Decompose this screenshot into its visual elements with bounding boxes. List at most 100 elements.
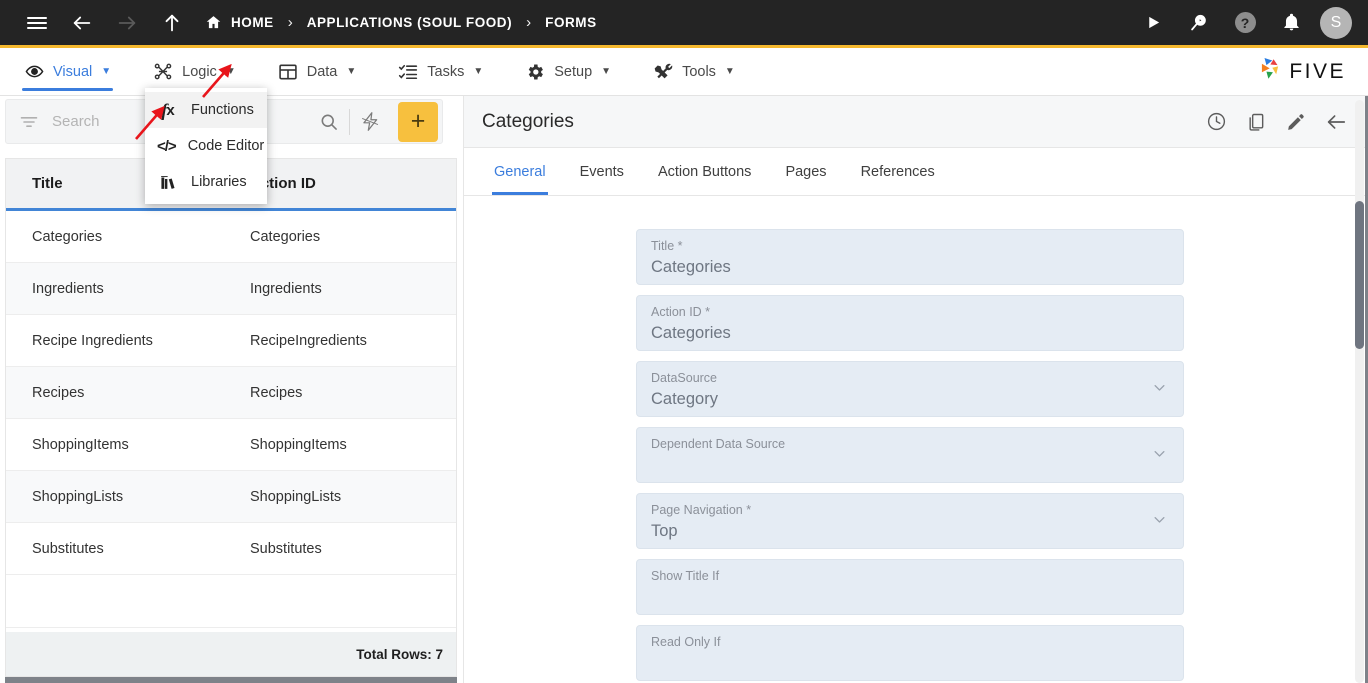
breadcrumb-label-home: HOME [231, 15, 274, 30]
chevron-down-icon[interactable] [1152, 446, 1167, 464]
grid-empty-row [6, 575, 456, 628]
table-row[interactable]: Substitutes Substitutes [6, 523, 456, 575]
forward-arrow-icon [110, 6, 144, 40]
tab-events[interactable]: Events [568, 148, 636, 195]
table-row[interactable]: Recipe Ingredients RecipeIngredients [6, 315, 456, 367]
help-icon[interactable]: ? [1228, 6, 1262, 40]
cell-action-id: ShoppingItems [250, 436, 347, 453]
menu-item-tools[interactable]: Tools ▼ [643, 48, 745, 96]
menu-label-setup: Setup [554, 63, 593, 80]
breadcrumb-item-forms[interactable]: FORMS [545, 15, 597, 30]
play-icon[interactable] [1136, 6, 1170, 40]
five-logo-text: FIVE [1289, 59, 1346, 83]
cell-action-id: RecipeIngredients [250, 332, 367, 349]
app-root: HOME › APPLICATIONS (SOUL FOOD) › FORMS … [0, 0, 1368, 683]
chevron-down-icon: ▼ [225, 66, 236, 77]
menu-option-functions[interactable]: fx Functions [145, 92, 267, 128]
tab-pages[interactable]: Pages [773, 148, 838, 195]
menu-option-code-editor[interactable]: </> Code Editor [145, 128, 267, 164]
table-row[interactable]: Categories Categories [6, 211, 456, 263]
table-icon [278, 62, 298, 82]
tools-icon [653, 62, 673, 82]
table-row[interactable]: ShoppingLists ShoppingLists [6, 471, 456, 523]
menu-icon[interactable] [20, 6, 54, 40]
menu-item-visual[interactable]: Visual ▼ [14, 48, 121, 96]
tasks-list-icon [398, 62, 418, 82]
tab-action-buttons[interactable]: Action Buttons [646, 148, 764, 195]
table-row[interactable]: ShoppingItems ShoppingItems [6, 419, 456, 471]
logic-nodes-icon [153, 62, 173, 82]
menu-option-libraries[interactable]: Libraries [145, 164, 267, 200]
cell-title: ShoppingLists [32, 488, 124, 505]
field-read-only-if[interactable]: Read Only If [636, 625, 1184, 681]
filter-icon[interactable] [6, 112, 52, 132]
cell-title: Recipes [32, 384, 85, 401]
detail-tabs: General Events Action Buttons Pages Refe… [464, 148, 1368, 196]
cell-action-id: ShoppingLists [250, 488, 342, 505]
field-label: Action ID * [651, 305, 711, 319]
history-clock-icon[interactable] [1204, 110, 1228, 134]
tab-references[interactable]: References [849, 148, 947, 195]
field-page-navigation[interactable]: Page Navigation * Top [636, 493, 1184, 549]
form-detail-panel: Categories General Events Action Buttons… [463, 96, 1368, 683]
up-arrow-icon[interactable] [155, 6, 189, 40]
chevron-down-icon: ▼ [473, 66, 484, 77]
field-dependent-data-source[interactable]: Dependent Data Source [636, 427, 1184, 483]
field-datasource[interactable]: DataSource Category [636, 361, 1184, 417]
cell-action-id: Categories [250, 228, 321, 245]
logic-dropdown-menu: fx Functions </> Code Editor Libraries [145, 88, 267, 204]
back-arrow-icon[interactable] [65, 6, 99, 40]
cell-title: ShoppingItems [32, 436, 129, 453]
back-arrow-icon[interactable] [1324, 110, 1348, 134]
chevron-down-icon: ▼ [724, 66, 735, 77]
horizontal-scrollbar[interactable] [5, 677, 457, 683]
breadcrumb-separator-1: › [287, 14, 293, 31]
cell-action-id: Substitutes [250, 540, 322, 557]
vertical-scrollbar-thumb[interactable] [1355, 201, 1364, 349]
chevron-down-icon: ▼ [601, 66, 612, 77]
tab-label: References [860, 163, 935, 180]
table-row[interactable]: Recipes Recipes [6, 367, 456, 419]
menu-item-data[interactable]: Data ▼ [268, 48, 367, 96]
menu-label-logic: Logic [182, 63, 217, 80]
field-show-title-if[interactable]: Show Title If [636, 559, 1184, 615]
field-title[interactable]: Title * Categories [636, 229, 1184, 285]
top-navigation-bar: HOME › APPLICATIONS (SOUL FOOD) › FORMS … [0, 0, 1368, 45]
cell-title: Ingredients [32, 280, 104, 297]
breadcrumb-item-applications[interactable]: APPLICATIONS (SOUL FOOD) [307, 15, 512, 30]
chevron-down-icon: ▼ [346, 66, 357, 77]
field-value: Categories [651, 258, 731, 276]
menu-option-label: Code Editor [187, 138, 265, 154]
menu-label-data: Data [306, 63, 338, 80]
tab-label: Pages [785, 163, 827, 180]
search-icon[interactable] [309, 112, 349, 132]
chevron-down-icon: ▼ [101, 66, 112, 77]
search-play-icon[interactable] [1182, 6, 1216, 40]
lightning-icon[interactable] [350, 111, 390, 132]
edit-pencil-icon[interactable] [1284, 110, 1308, 134]
menu-item-tasks[interactable]: Tasks ▼ [388, 48, 493, 96]
bell-icon[interactable] [1274, 6, 1308, 40]
tab-label: Events [579, 163, 624, 180]
forms-grid: Title Action ID Categories Categories In… [5, 158, 457, 677]
cell-title: Recipe Ingredients [32, 332, 153, 349]
field-value: Category [651, 390, 718, 408]
chevron-down-icon[interactable] [1152, 512, 1167, 530]
detail-header-actions [1204, 110, 1368, 134]
tab-label: Action Buttons [657, 163, 752, 180]
copy-icon[interactable] [1244, 110, 1268, 134]
avatar[interactable]: S [1320, 6, 1352, 39]
vertical-scrollbar-track[interactable] [1355, 100, 1364, 683]
tab-general[interactable]: General [482, 148, 558, 195]
table-row[interactable]: Ingredients Ingredients [6, 263, 456, 315]
field-action-id[interactable]: Action ID * Categories [636, 295, 1184, 351]
help-question-glyph: ? [1234, 12, 1256, 33]
cell-title: Substitutes [32, 540, 104, 557]
chevron-down-icon[interactable] [1152, 380, 1167, 398]
breadcrumb-item-home[interactable]: HOME [205, 14, 274, 31]
five-logo-mark [1258, 56, 1284, 87]
add-form-button[interactable]: + [398, 101, 438, 142]
menu-label-tools: Tools [682, 63, 716, 80]
menu-label-tasks: Tasks [427, 63, 465, 80]
menu-item-setup[interactable]: Setup ▼ [515, 48, 621, 96]
